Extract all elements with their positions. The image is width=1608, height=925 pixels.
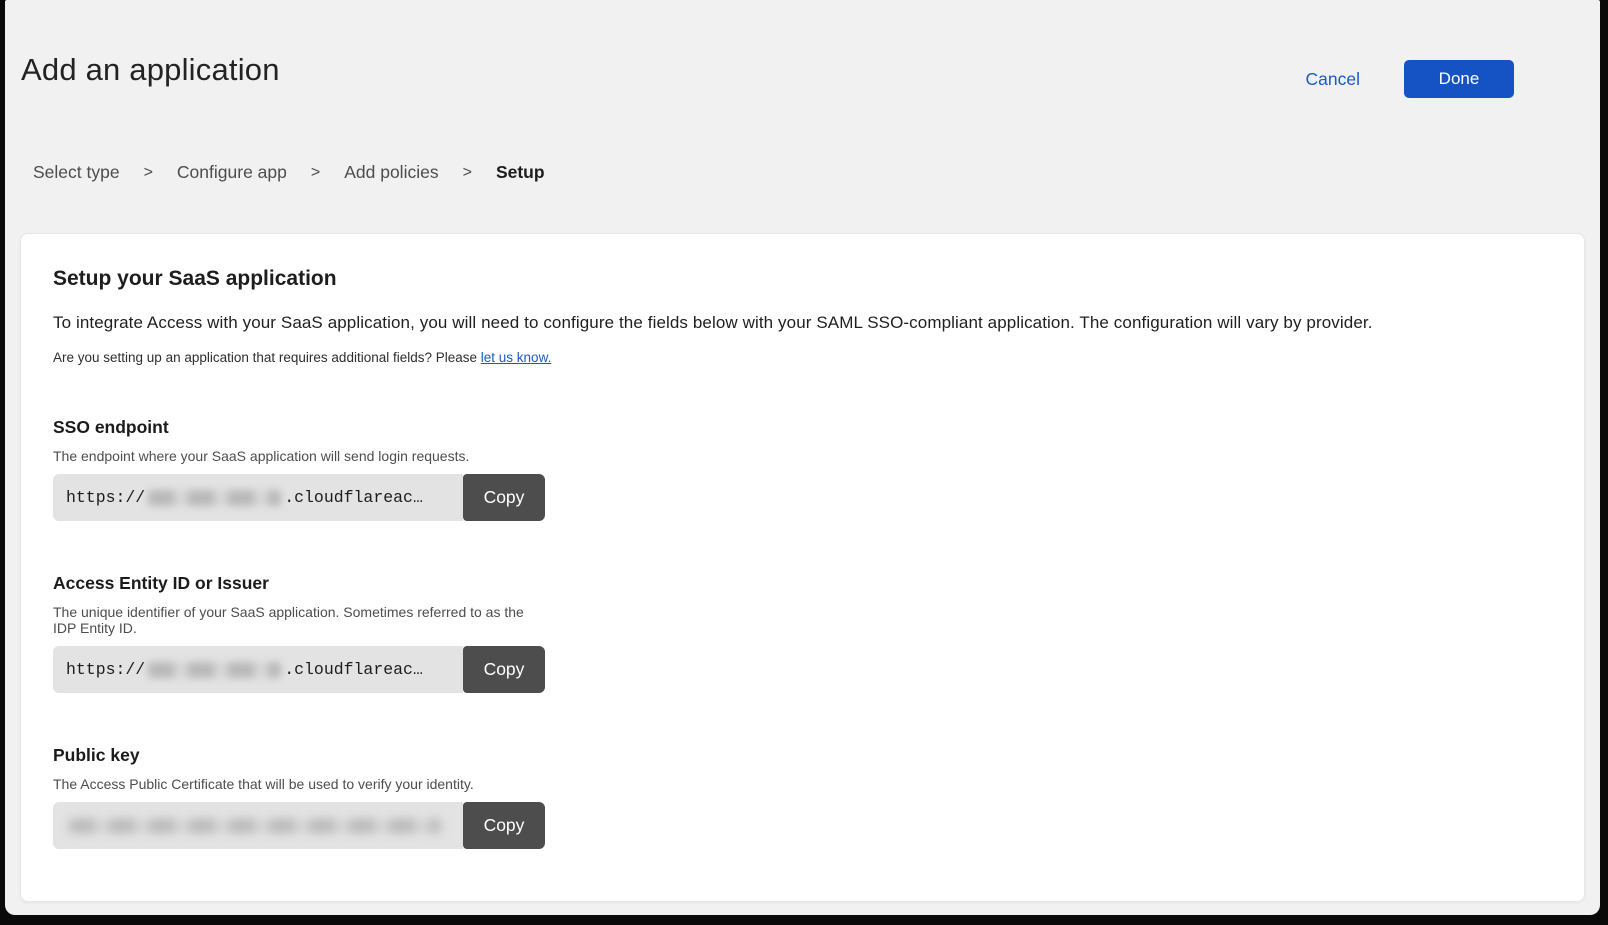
card-title: Setup your SaaS application: [53, 267, 1552, 291]
public-key-copy-button[interactable]: Copy: [463, 802, 545, 849]
redacted-url-segment: [148, 490, 281, 506]
breadcrumb-step-setup: Setup: [496, 162, 545, 183]
sso-endpoint-control: https:// .cloudflareac… Copy: [53, 474, 545, 521]
let-us-know-link[interactable]: let us know.: [481, 350, 552, 365]
breadcrumb-step-configure-app[interactable]: Configure app: [177, 162, 287, 183]
sso-endpoint-description: The endpoint where your SaaS application…: [53, 448, 545, 464]
public-key-control: Copy: [53, 802, 545, 849]
header-actions: Cancel Done: [1306, 60, 1514, 98]
entity-id-value: https:// .cloudflareac…: [53, 646, 463, 693]
entity-id-control: https:// .cloudflareac… Copy: [53, 646, 545, 693]
public-key-description: The Access Public Certificate that will …: [53, 776, 545, 792]
breadcrumb-separator: >: [463, 164, 472, 182]
redacted-url-segment: [148, 662, 281, 678]
breadcrumb-step-add-policies[interactable]: Add policies: [344, 162, 438, 183]
entity-id-field: Access Entity ID or Issuer The unique id…: [53, 573, 545, 693]
public-key-value: [53, 802, 463, 849]
setup-card: Setup your SaaS application To integrate…: [20, 233, 1585, 902]
url-prefix: https://: [66, 488, 145, 507]
page-header: Add an application Cancel Done: [5, 0, 1600, 88]
sso-endpoint-value: https:// .cloudflareac…: [53, 474, 463, 521]
cancel-button[interactable]: Cancel: [1306, 69, 1360, 90]
done-button[interactable]: Done: [1404, 60, 1514, 98]
breadcrumb-separator: >: [311, 164, 320, 182]
card-note: Are you setting up an application that r…: [53, 350, 1552, 365]
url-suffix: .cloudflareac…: [284, 488, 423, 507]
redacted-key-segment: [69, 819, 441, 833]
breadcrumb: Select type > Configure app > Add polici…: [33, 162, 1600, 183]
sso-endpoint-label: SSO endpoint: [53, 417, 545, 438]
url-suffix: .cloudflareac…: [284, 660, 423, 679]
public-key-label: Public key: [53, 745, 545, 766]
breadcrumb-step-select-type[interactable]: Select type: [33, 162, 120, 183]
card-note-text: Are you setting up an application that r…: [53, 350, 481, 365]
breadcrumb-separator: >: [144, 164, 153, 182]
app-window: Add an application Cancel Done Select ty…: [5, 0, 1600, 915]
entity-id-copy-button[interactable]: Copy: [463, 646, 545, 693]
public-key-field: Public key The Access Public Certificate…: [53, 745, 545, 849]
card-intro-text: To integrate Access with your SaaS appli…: [53, 313, 1552, 333]
sso-endpoint-field: SSO endpoint The endpoint where your Saa…: [53, 417, 545, 521]
url-prefix: https://: [66, 660, 145, 679]
entity-id-label: Access Entity ID or Issuer: [53, 573, 545, 594]
entity-id-description: The unique identifier of your SaaS appli…: [53, 604, 545, 636]
sso-endpoint-copy-button[interactable]: Copy: [463, 474, 545, 521]
